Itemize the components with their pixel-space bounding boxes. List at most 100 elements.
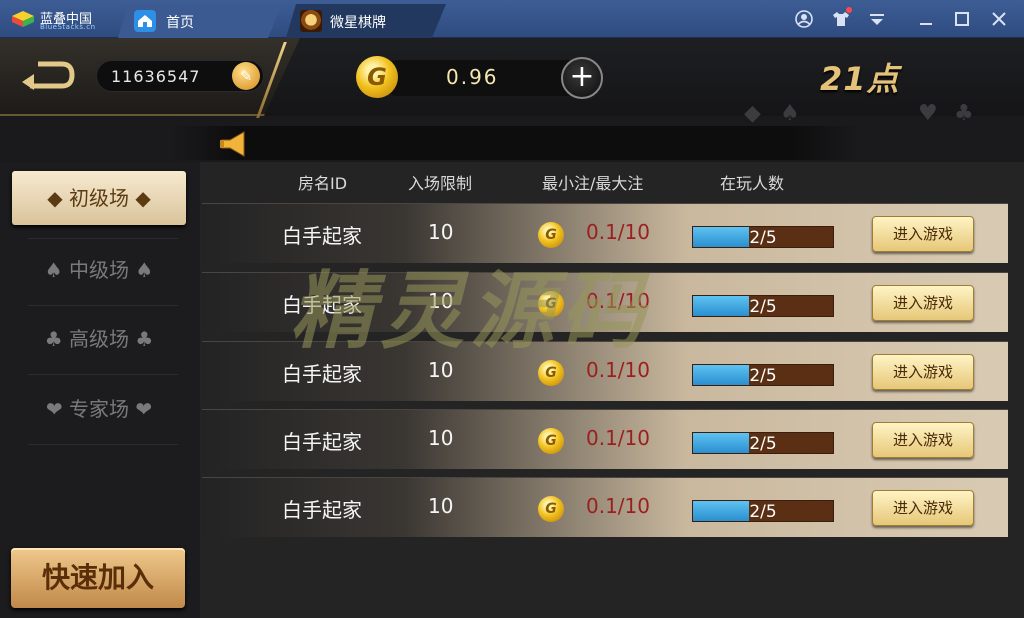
column-header-bet: 最小注/最大注 [542,174,644,193]
players-count: 2/5 [749,502,777,522]
menu-separator [28,305,178,306]
tab-home[interactable]: 首页 [118,4,282,38]
menu-suit-icon: ❤ [45,397,63,421]
entry-limit: 10 [428,426,454,450]
gold-coin-icon: G [356,56,398,98]
players-count: 2/5 [749,366,777,386]
menu-suit-icon: ♣ [44,327,63,351]
gold-coin-icon: G [538,291,564,317]
table-row: 白手起家 10 G 0.1/10 2/5 进入游戏 [202,477,1008,537]
club-deco-icon: ♣ [954,101,974,126]
minimize-icon[interactable] [916,9,936,29]
players-bar: 2/5 [692,226,834,248]
room-name: 白手起家 [282,430,362,454]
bet-range: 0.1/10 [586,289,650,313]
players-bar: 2/5 [692,295,834,317]
players-bar: 2/5 [692,432,834,454]
table-row: 白手起家 10 G 0.1/10 2/5 进入游戏 [202,409,1008,469]
enter-game-button[interactable]: 进入游戏 [872,422,974,458]
players-bar: 2/5 [692,500,834,522]
players-count: 2/5 [749,434,777,454]
gold-coin-icon: G [538,496,564,522]
menu-item-label: 专家场 [69,397,129,421]
entry-limit: 10 [428,220,454,244]
enter-game-button[interactable]: 进入游戏 [872,216,974,252]
notification-dot [846,7,852,13]
megaphone-icon [218,130,252,158]
gold-coin-icon: G [538,360,564,386]
brand-subtitle: BlueStacks.cn [40,23,96,31]
menu-item-label: 高级场 [69,327,129,351]
menu-item-label: 初级场 [69,186,129,210]
menu-item-label: 中级场 [69,258,129,282]
home-icon [134,10,156,32]
shirt-icon[interactable] [831,7,852,29]
bet-range: 0.1/10 [586,220,650,244]
plus-icon: + [569,59,595,94]
app-root: 蓝叠中国 BlueStacks.cn 首页 微星棋牌 11636547 ◆ ♠ … [0,0,1024,618]
diamond-deco-icon: ◆ [744,101,761,126]
tab-game-label: 微星棋牌 [330,15,386,31]
menu-suit-icon: ◆ [135,186,151,210]
close-icon[interactable] [989,9,1009,29]
announcement-bar [170,126,860,160]
bet-range: 0.1/10 [586,426,650,450]
menu-separator [28,444,178,445]
entry-limit: 10 [428,358,454,382]
bet-range: 0.1/10 [586,494,650,518]
quick-join-button[interactable]: 快速加入 [11,548,185,608]
entry-limit: 10 [428,494,454,518]
recharge-button[interactable]: + [561,57,603,99]
spade-deco-icon: ♠ [780,101,800,126]
room-name: 白手起家 [282,498,362,522]
players-count: 2/5 [749,297,777,317]
bet-range: 0.1/10 [586,358,650,382]
menu-dropdown-icon[interactable] [867,9,887,29]
enter-game-button[interactable]: 进入游戏 [872,285,974,321]
menu-separator [28,238,178,239]
menu-suit-icon: ◆ [47,186,63,210]
room-name: 白手起家 [282,293,362,317]
back-arrow-icon [22,61,75,90]
players-bar: 2/5 [692,364,834,386]
menu-item-intermediate[interactable]: ♠ 中级场 ♠ [12,243,186,297]
bluestacks-logo: 蓝叠中国 BlueStacks.cn [8,6,108,32]
column-header-limit: 入场限制 [408,174,473,193]
edit-profile-button[interactable]: ✎ [232,62,260,90]
menu-suit-icon: ♠ [135,258,154,282]
entry-limit: 10 [428,289,454,313]
table-header: 房名ID 入场限制 最小注/最大注 在玩人数 [200,166,1020,196]
balance-value: 0.96 [446,65,499,89]
menu-suit-icon: ♠ [44,258,63,282]
heart-deco-icon: ♥ [918,101,938,126]
menu-item-advanced[interactable]: ♣ 高级场 ♣ [12,312,186,366]
tab-game[interactable]: 微星棋牌 [286,4,446,38]
enter-game-button[interactable]: 进入游戏 [872,354,974,390]
room-name: 白手起家 [282,362,362,386]
menu-suit-icon: ♣ [135,327,154,351]
menu-item-beginner[interactable]: ◆ 初级场 ◆ [12,171,186,225]
game-title: 21点 [820,60,900,98]
table-row: 白手起家 10 G 0.1/10 2/5 进入游戏 [202,341,1008,401]
tab-home-label: 首页 [166,15,194,31]
menu-suit-icon: ❤ [135,397,153,421]
maximize-icon[interactable] [952,9,972,29]
back-button[interactable] [20,60,76,90]
account-icon[interactable] [794,9,814,29]
table-row: 白手起家 10 G 0.1/10 2/5 进入游戏 [202,203,1008,263]
table-row: 白手起家 10 G 0.1/10 2/5 进入游戏 [202,272,1008,332]
menu-separator [28,374,178,375]
bluestacks-cube-icon [12,11,34,27]
column-header-players: 在玩人数 [720,174,785,193]
emulator-titlebar: 蓝叠中国 BlueStacks.cn 首页 微星棋牌 [0,0,1024,38]
gold-coin-icon: G [538,222,564,248]
column-header-room: 房名ID [298,174,348,193]
players-count: 2/5 [749,228,777,248]
game-app-icon [300,10,322,32]
gold-coin-icon: G [538,428,564,454]
menu-item-expert[interactable]: ❤ 专家场 ❤ [12,382,186,436]
player-id: 11636547 [111,67,201,86]
pencil-icon: ✎ [239,67,253,85]
enter-game-button[interactable]: 进入游戏 [872,490,974,526]
room-name: 白手起家 [282,224,362,248]
